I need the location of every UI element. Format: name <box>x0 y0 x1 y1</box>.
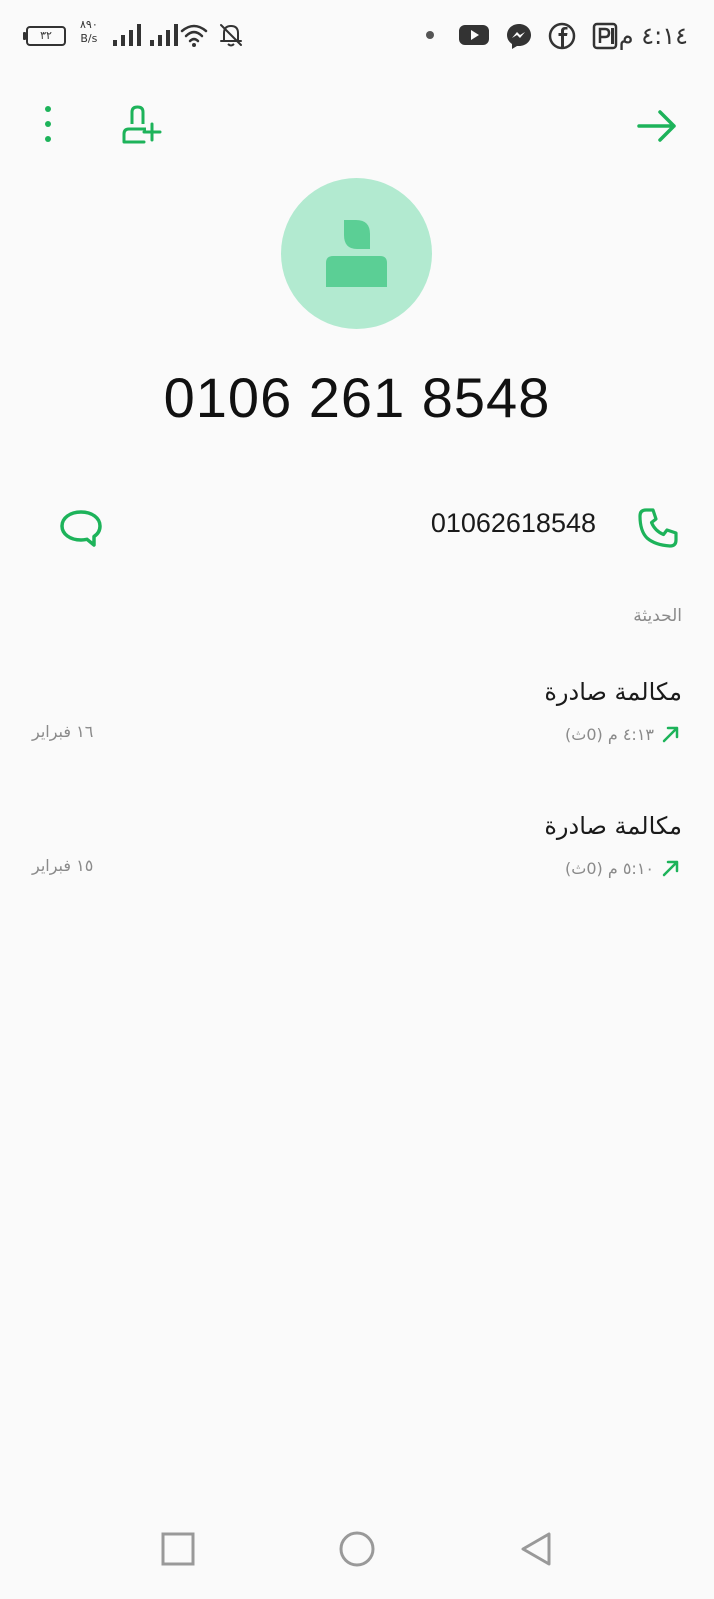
contact-display-number: 0106 261 8548 <box>163 366 551 429</box>
youtube-icon <box>459 25 489 45</box>
outgoing-call-icon <box>662 726 679 743</box>
back-button[interactable] <box>518 1531 554 1567</box>
call-time: ٤:١٣ م (0ث) <box>565 724 654 744</box>
status-time: ٤:١٤ م <box>618 22 688 50</box>
parking-icon <box>592 22 618 50</box>
recent-apps-button[interactable] <box>160 1531 196 1567</box>
call-meta: ٤:١٣ م (0ث) <box>565 722 682 746</box>
avatar <box>281 178 432 329</box>
recent-section-title: الحديثة <box>633 606 682 626</box>
person-icon <box>326 220 387 287</box>
call-time: ٥:١٠ م (0ث) <box>565 858 654 878</box>
facebook-icon <box>548 22 576 50</box>
messenger-icon <box>507 24 531 49</box>
call-meta: ٥:١٠ م (0ث) <box>565 856 682 880</box>
network-speed: ٨٩٠ B/s <box>80 18 98 46</box>
home-button[interactable] <box>338 1531 376 1569</box>
add-contact-icon[interactable] <box>122 104 164 146</box>
call-type-label: مكالمة صادرة <box>544 678 682 706</box>
message-icon[interactable] <box>58 508 104 550</box>
call-date: ١٦ فبراير <box>32 722 94 741</box>
phone-number: 01062618548 <box>430 508 596 538</box>
battery-icon: ٣٢ <box>23 26 66 46</box>
more-vertical-icon[interactable] <box>40 104 56 144</box>
battery-level: ٣٢ <box>40 29 52 42</box>
call-log-item[interactable]: مكالمة صادرة ٤:١٣ م (0ث) ١٦ فبراير <box>0 678 714 788</box>
dot-icon <box>426 31 434 39</box>
wifi-icon <box>180 24 208 47</box>
call-log-item[interactable]: مكالمة صادرة ٥:١٠ م (0ث) ١٥ فبراير <box>0 812 714 922</box>
signal-icon <box>113 24 178 46</box>
phone-number-row[interactable]: 01062618548 <box>0 490 714 570</box>
outgoing-call-icon <box>662 860 679 877</box>
call-type-label: مكالمة صادرة <box>544 812 682 840</box>
network-speed-value: ٨٩٠ <box>80 18 98 31</box>
network-speed-unit: B/s <box>80 32 98 45</box>
forward-arrow-icon[interactable] <box>636 108 678 144</box>
bell-off-icon <box>220 24 242 47</box>
call-icon[interactable] <box>637 507 679 549</box>
call-date: ١٥ فبراير <box>32 856 94 875</box>
status-bar: ٣٢ ٨٩٠ B/s ٤:١٤ م <box>0 0 714 72</box>
